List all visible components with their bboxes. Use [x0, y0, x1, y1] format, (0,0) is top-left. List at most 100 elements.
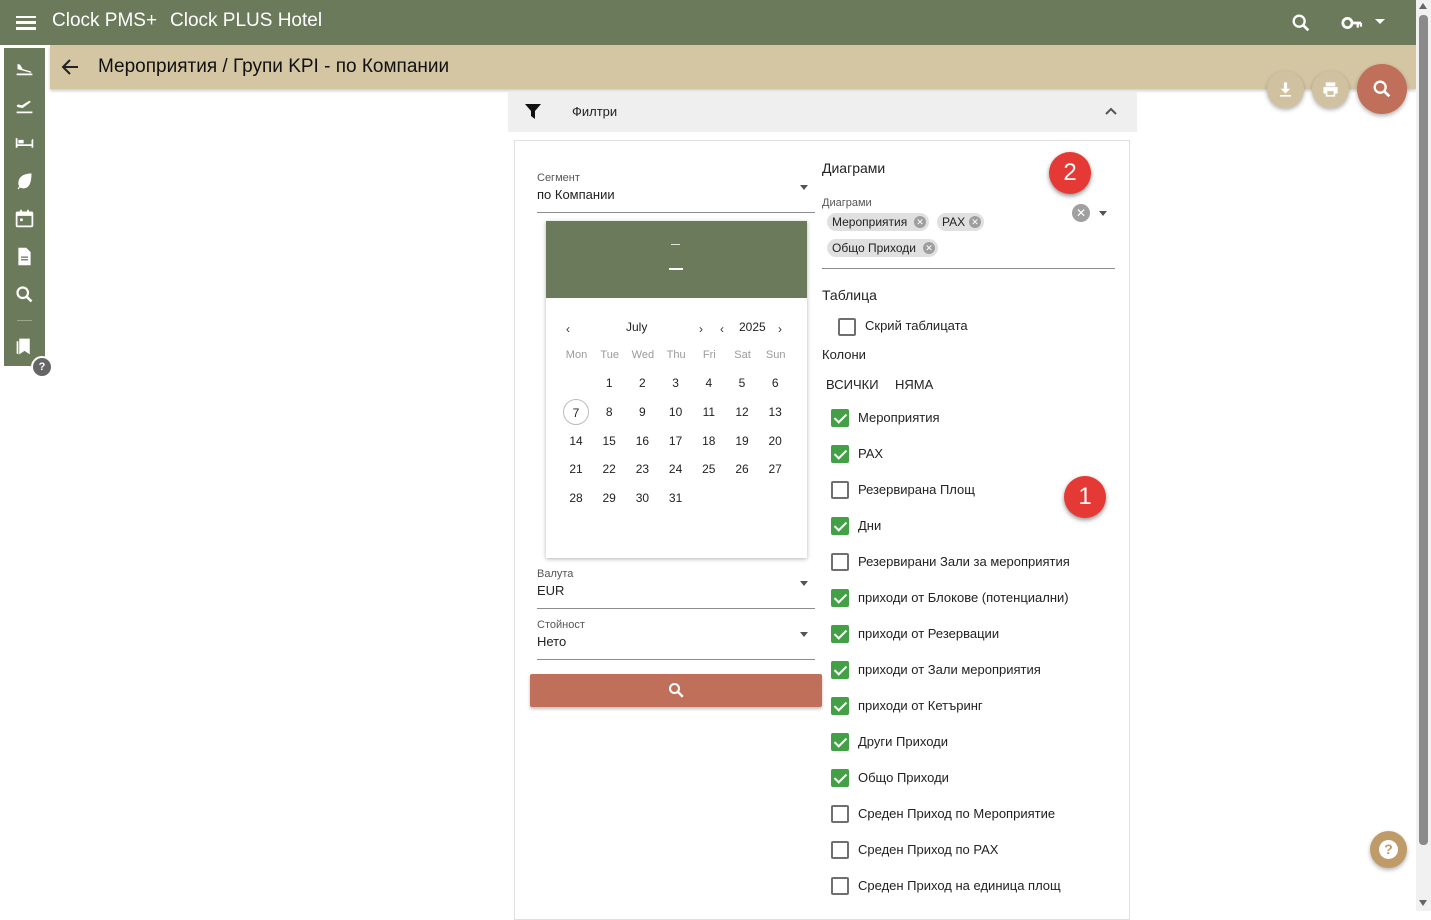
calendar-day[interactable]: 27 — [762, 456, 788, 482]
hide-table-checkbox[interactable] — [838, 318, 856, 336]
column-checkbox[interactable] — [831, 769, 849, 787]
close-icon[interactable]: ✕ — [969, 216, 981, 228]
leaf-icon[interactable] — [14, 170, 35, 191]
month-label[interactable]: July — [626, 320, 647, 334]
chip-pax[interactable]: PAX ✕ — [937, 213, 984, 231]
chevron-up-icon[interactable] — [1105, 106, 1117, 116]
scroll-down-icon[interactable] — [1419, 900, 1427, 906]
key-icon[interactable] — [1340, 12, 1364, 34]
calendar-day[interactable]: 19 — [729, 428, 755, 454]
menu-icon[interactable] — [16, 12, 36, 32]
column-checkbox[interactable] — [831, 625, 849, 643]
calendar-day[interactable]: 28 — [563, 485, 589, 511]
column-checkbox[interactable] — [831, 733, 849, 751]
calendar-day[interactable]: 29 — [596, 485, 622, 511]
calendar-day[interactable]: 9 — [629, 399, 655, 425]
calendar-day[interactable]: 11 — [696, 399, 722, 425]
back-arrow-icon[interactable] — [60, 56, 80, 78]
calendar-day[interactable]: 30 — [629, 485, 655, 511]
close-icon[interactable]: ✕ — [914, 216, 926, 228]
column-checkbox[interactable] — [831, 661, 849, 679]
departures-icon[interactable] — [14, 94, 35, 115]
calendar-day[interactable]: 6 — [762, 370, 788, 396]
scrollbar[interactable] — [1416, 0, 1431, 911]
search-button[interactable] — [530, 674, 822, 707]
calendar-day[interactable]: 5 — [729, 370, 755, 396]
calendar-day[interactable]: 23 — [629, 456, 655, 482]
print-button[interactable] — [1312, 71, 1349, 108]
date-picker[interactable]: ‹ July › ‹ 2025 › Mon Tue Wed Thu Fri Sat Sun … — [546, 221, 807, 558]
column-checkbox[interactable] — [831, 481, 849, 499]
help-button[interactable]: ? — [1370, 831, 1407, 868]
bed-icon[interactable] — [14, 132, 35, 153]
column-label: Среден Приход на единица площ — [858, 878, 1061, 893]
chevron-down-icon[interactable] — [800, 581, 808, 586]
calendar-day[interactable]: 18 — [696, 428, 722, 454]
arrivals-icon[interactable] — [14, 56, 35, 77]
calendar-day[interactable]: 8 — [596, 399, 622, 425]
next-month-icon[interactable]: › — [699, 322, 703, 336]
select-none-button[interactable]: НЯМА — [895, 377, 933, 392]
hotel-name[interactable]: Clock PLUS Hotel — [170, 10, 322, 32]
calendar-icon[interactable] — [14, 208, 35, 229]
help-icon[interactable]: ? — [31, 356, 53, 378]
calendar-day[interactable]: 12 — [729, 399, 755, 425]
search-fab-button[interactable] — [1357, 64, 1407, 114]
column-label: Други Приходи — [858, 734, 948, 749]
calendar-day[interactable]: 24 — [663, 456, 689, 482]
calendar-day[interactable]: 25 — [696, 456, 722, 482]
calendar-day[interactable]: 7 — [563, 398, 589, 425]
filters-expander[interactable]: Филтри — [508, 92, 1137, 132]
weekday-label: Sun — [765, 349, 786, 361]
calendar-day[interactable]: 31 — [663, 485, 689, 511]
scroll-thumb[interactable] — [1419, 15, 1428, 845]
next-year-icon[interactable]: › — [778, 322, 782, 336]
download-button[interactable] — [1267, 71, 1304, 108]
select-all-button[interactable]: ВСИЧКИ — [826, 377, 879, 392]
date-range-start — [671, 244, 680, 245]
year-label[interactable]: 2025 — [739, 320, 766, 334]
scroll-up-icon[interactable] — [1419, 3, 1427, 9]
value-type-select[interactable]: Нето — [537, 634, 566, 649]
chip-total-revenue[interactable]: Общо Приходи ✕ — [827, 239, 938, 257]
currency-select[interactable]: EUR — [537, 583, 564, 598]
calendar-day[interactable]: 26 — [729, 456, 755, 482]
calendar-day[interactable]: 13 — [762, 399, 788, 425]
chevron-down-icon[interactable] — [1099, 211, 1107, 216]
document-icon[interactable] — [14, 246, 35, 267]
calendar-day[interactable]: 10 — [663, 399, 689, 425]
column-checkbox[interactable] — [831, 589, 849, 607]
calendar-day[interactable]: 3 — [663, 370, 689, 396]
bookmarks-icon[interactable] — [14, 336, 35, 357]
caret-down-icon[interactable] — [1375, 19, 1385, 24]
column-checkbox[interactable] — [831, 553, 849, 571]
column-checkbox[interactable] — [831, 841, 849, 859]
column-checkbox[interactable] — [831, 409, 849, 427]
calendar-day[interactable]: 21 — [563, 456, 589, 482]
calendar-day[interactable]: 15 — [596, 428, 622, 454]
calendar-day[interactable]: 14 — [563, 428, 589, 454]
column-checkbox[interactable] — [831, 697, 849, 715]
column-checkbox[interactable] — [831, 517, 849, 535]
chevron-down-icon[interactable] — [800, 632, 808, 637]
chevron-down-icon[interactable] — [800, 185, 808, 190]
search-icon[interactable] — [14, 284, 35, 305]
calendar-day[interactable]: 22 — [596, 456, 622, 482]
calendar-day[interactable]: 4 — [696, 370, 722, 396]
segment-select[interactable]: по Компании — [537, 187, 615, 202]
printer-icon — [1323, 82, 1338, 97]
chip-events[interactable]: Мероприятия ✕ — [827, 213, 929, 231]
column-checkbox[interactable] — [831, 877, 849, 895]
calendar-day[interactable]: 16 — [629, 428, 655, 454]
calendar-day[interactable]: 17 — [663, 428, 689, 454]
column-checkbox[interactable] — [831, 805, 849, 823]
clear-icon[interactable]: ✕ — [1072, 204, 1090, 222]
calendar-day[interactable]: 2 — [629, 370, 655, 396]
calendar-day[interactable]: 20 — [762, 428, 788, 454]
search-icon[interactable] — [1290, 12, 1312, 34]
prev-month-icon[interactable]: ‹ — [566, 322, 570, 336]
prev-year-icon[interactable]: ‹ — [720, 322, 724, 336]
column-checkbox[interactable] — [831, 445, 849, 463]
close-icon[interactable]: ✕ — [923, 242, 935, 254]
calendar-day[interactable]: 1 — [596, 370, 622, 396]
